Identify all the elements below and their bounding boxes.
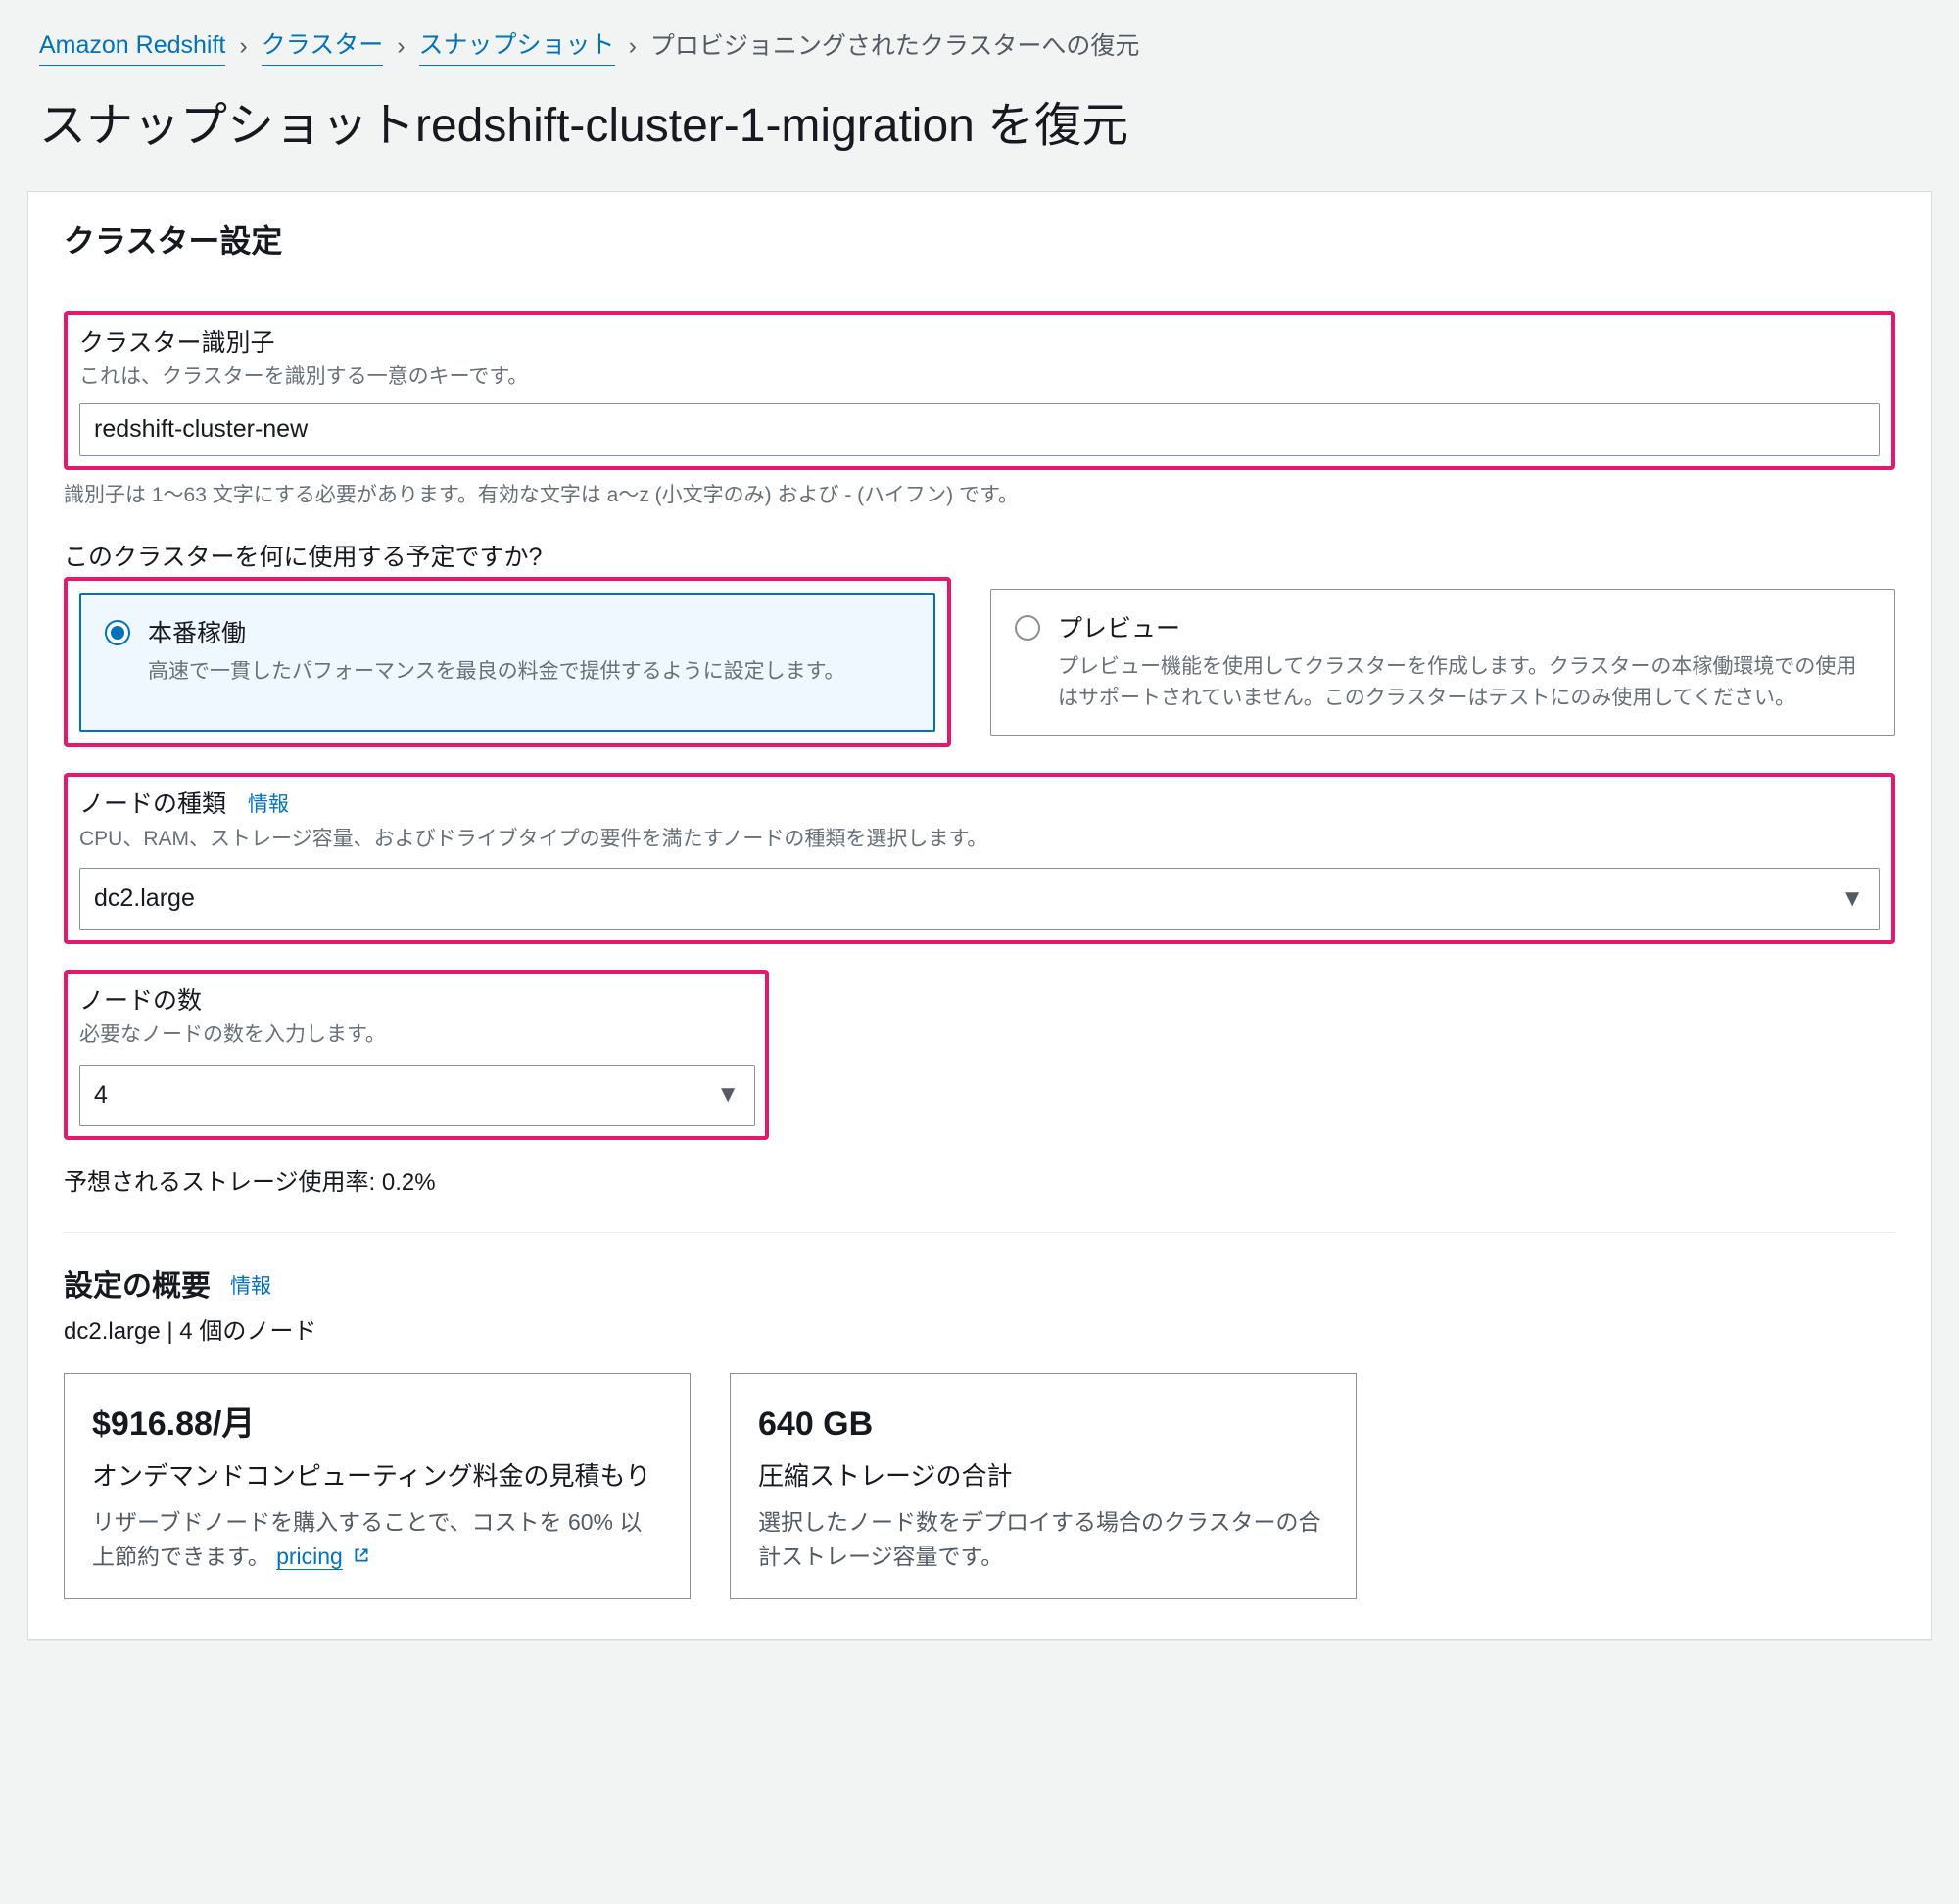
- summary-pricing-box: $916.88/月 オンデマンドコンピューティング料金の見積もり リザーブドノー…: [64, 1373, 691, 1599]
- summary-pricing-note: リザーブドノードを購入することで、コストを 60% 以上節約できます。 pric…: [92, 1505, 662, 1573]
- usage-production-title: 本番稼働: [148, 616, 844, 653]
- summary-subtext: dc2.large | 4 個のノード: [64, 1314, 1895, 1350]
- panel-title: クラスター設定: [64, 217, 1895, 264]
- node-count-highlight: ノードの数 必要なノードの数を入力します。 4 ▼: [64, 970, 769, 1141]
- radio-icon: [105, 620, 130, 645]
- breadcrumb-link-redshift[interactable]: Amazon Redshift: [39, 27, 225, 66]
- usage-preview-description: プレビュー機能を使用してクラスターを作成します。クラスターの本稼働環境での使用は…: [1058, 651, 1871, 713]
- chevron-right-icon: ›: [239, 28, 247, 66]
- node-count-description: 必要なノードの数を入力します。: [79, 1020, 753, 1051]
- node-type-label-text: ノードの種類: [79, 786, 226, 824]
- predicted-storage-usage: 予想されるストレージ使用率: 0.2%: [64, 1166, 1895, 1201]
- summary-title: 設定の概要: [64, 1264, 211, 1309]
- node-type-select[interactable]: dc2.large: [79, 868, 1880, 930]
- summary-storage-box: 640 GB 圧縮ストレージの合計 選択したノード数をデプロイする場合のクラスタ…: [730, 1373, 1357, 1599]
- usage-production-description: 高速で一貫したパフォーマンスを最良の料金で提供するように設定します。: [148, 656, 844, 688]
- cluster-identifier-description: これは、クラスターを識別する一意のキーです。: [79, 361, 1880, 393]
- breadcrumb: Amazon Redshift › クラスター › スナップショット › プロビ…: [0, 0, 1959, 83]
- node-count-select[interactable]: 4: [79, 1065, 755, 1127]
- usage-preview-title: プレビュー: [1058, 611, 1871, 648]
- divider: [64, 1232, 1895, 1233]
- node-count-label: ノードの数: [79, 983, 753, 1021]
- node-type-highlight: ノードの種類 情報 CPU、RAM、ストレージ容量、およびドライブタイプの要件を…: [64, 773, 1895, 944]
- cluster-identifier-constraint: 識別子は 1〜63 文字にする必要があります。有効な文字は a〜z (小文字のみ…: [64, 480, 1895, 511]
- summary-info-link[interactable]: 情報: [230, 1271, 271, 1303]
- usage-production-highlight: 本番稼働 高速で一貫したパフォーマンスを最良の料金で提供するように設定します。: [64, 577, 951, 748]
- external-link-icon: [353, 1544, 370, 1569]
- cluster-settings-panel: クラスター設定 クラスター識別子 これは、クラスターを識別する一意のキーです。 …: [27, 191, 1932, 1641]
- chevron-right-icon: ›: [397, 28, 405, 66]
- node-type-description: CPU、RAM、ストレージ容量、およびドライブタイプの要件を満たすノードの種類を…: [79, 824, 1880, 855]
- cluster-identifier-highlight: クラスター識別子 これは、クラスターを識別する一意のキーです。: [64, 311, 1895, 470]
- breadcrumb-current: プロビジョニングされたクラスターへの復元: [650, 28, 1140, 66]
- page-title: スナップショットredshift-cluster-1-migration を復元: [0, 83, 1959, 191]
- cluster-identifier-input[interactable]: [79, 403, 1880, 456]
- breadcrumb-link-snapshots[interactable]: スナップショット: [419, 27, 615, 66]
- summary-storage-amount: 640 GB: [758, 1400, 1328, 1450]
- radio-icon: [1015, 615, 1040, 641]
- summary-storage-note: 選択したノード数をデプロイする場合のクラスターの合計ストレージ容量です。: [758, 1505, 1328, 1573]
- chevron-right-icon: ›: [629, 28, 637, 66]
- usage-options-row: 本番稼働 高速で一貫したパフォーマンスを最良の料金で提供するように設定します。 …: [64, 577, 1895, 748]
- usage-option-preview[interactable]: プレビュー プレビュー機能を使用してクラスターを作成します。クラスターの本稼働環…: [990, 589, 1895, 737]
- usage-question-label: このクラスターを何に使用する予定ですか?: [64, 540, 1895, 577]
- breadcrumb-link-clusters[interactable]: クラスター: [262, 27, 384, 66]
- summary-storage-label: 圧縮ストレージの合計: [758, 1457, 1328, 1496]
- summary-pricing-label: オンデマンドコンピューティング料金の見積もり: [92, 1457, 662, 1496]
- node-type-info-link[interactable]: 情報: [248, 789, 289, 821]
- pricing-link[interactable]: pricing: [276, 1544, 343, 1570]
- cluster-identifier-label: クラスター識別子: [79, 325, 1880, 362]
- node-type-label: ノードの種類 情報: [79, 786, 1880, 824]
- summary-pricing-amount: $916.88/月: [92, 1400, 662, 1450]
- usage-option-production[interactable]: 本番稼働 高速で一貫したパフォーマンスを最良の料金で提供するように設定します。: [79, 593, 935, 733]
